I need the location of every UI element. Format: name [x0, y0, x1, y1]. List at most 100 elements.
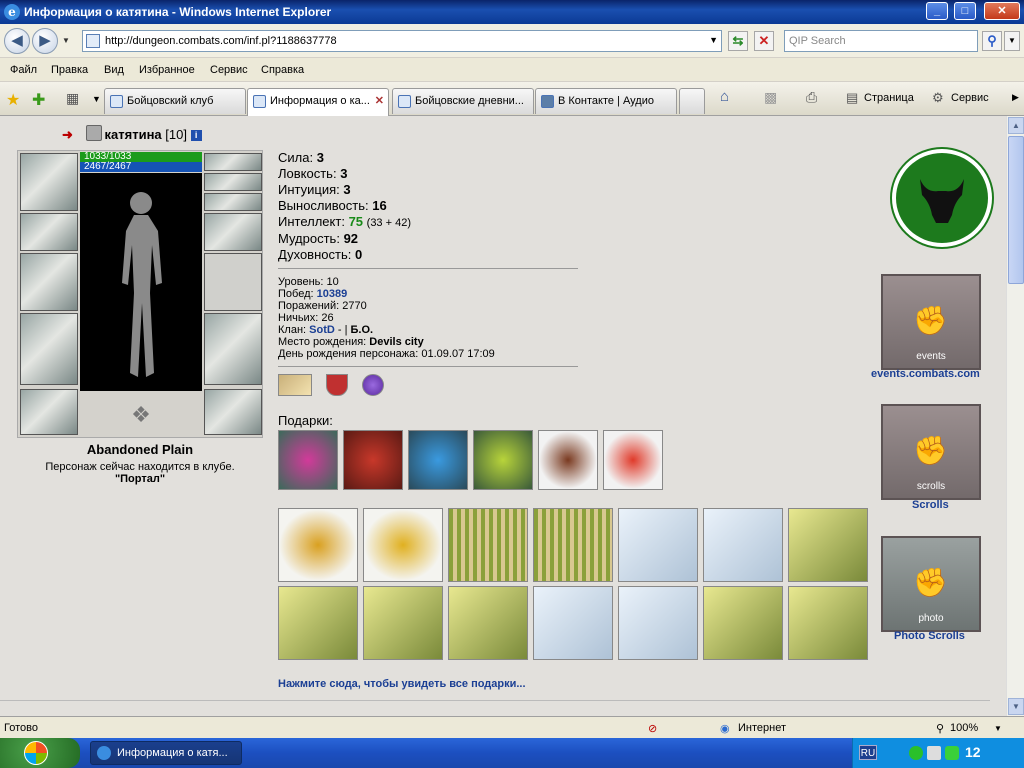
gift-flower[interactable] — [278, 430, 338, 490]
gift-card[interactable] — [278, 586, 358, 660]
tab-vkontakte-audio[interactable]: В Контакте | Аудио — [535, 88, 677, 114]
new-tab-button[interactable] — [679, 88, 705, 114]
shield-icon[interactable] — [326, 374, 348, 396]
zoom-dropdown-icon[interactable]: ▼ — [994, 724, 1002, 733]
gift-card[interactable] — [363, 586, 443, 660]
taskbar-item-ie[interactable]: Информация о катя... — [90, 741, 242, 765]
forward-button[interactable]: ▶ — [32, 28, 58, 54]
events-banner[interactable]: ✊ events — [881, 274, 981, 370]
address-bar[interactable]: http://dungeon.combats.com/inf.pl?118863… — [82, 30, 722, 52]
gift-mushrooms[interactable] — [408, 430, 468, 490]
all-gifts-link[interactable]: Нажмите сюда, чтобы увидеть все подарки.… — [278, 678, 526, 690]
page-menu[interactable]: Страница — [864, 92, 914, 104]
equipment-slot-boots[interactable] — [204, 389, 262, 435]
gift-card[interactable] — [788, 586, 868, 660]
search-dropdown-icon[interactable]: ▼ — [1004, 31, 1020, 51]
maximize-button[interactable]: □ — [954, 2, 976, 20]
gift-box[interactable] — [448, 508, 528, 582]
stat-intuition: Интуиция: 3 — [278, 182, 351, 197]
popup-blocker-icon[interactable]: ⊘ — [648, 722, 657, 735]
tab-list-dropdown-icon[interactable]: ▼ — [92, 94, 101, 104]
gift-bow[interactable] — [363, 508, 443, 582]
equipment-slot-belt[interactable] — [20, 389, 78, 435]
gift-rocking-horse[interactable] — [538, 430, 598, 490]
gift-card[interactable] — [533, 586, 613, 660]
favorites-star-icon[interactable]: ★ — [6, 90, 20, 110]
equipment-slot-weapon-right[interactable] — [204, 253, 262, 311]
print-icon[interactable]: ⎙ — [806, 89, 817, 106]
menu-file[interactable]: Файл — [10, 64, 37, 76]
info-icon[interactable]: i — [190, 130, 202, 141]
wedding-rings-icon[interactable] — [278, 374, 312, 396]
scrolls-link[interactable]: Scrolls — [912, 499, 949, 511]
tab-fight-diaries[interactable]: Бойцовские дневни... — [392, 88, 534, 114]
gift-snowman[interactable] — [603, 430, 663, 490]
gift-card[interactable] — [703, 508, 783, 582]
gift-card[interactable] — [448, 586, 528, 660]
menu-help[interactable]: Справка — [261, 64, 304, 76]
qip-icon[interactable] — [909, 746, 923, 760]
tools-menu[interactable]: Сервис — [951, 92, 989, 104]
tab-close-icon[interactable]: ✕ — [375, 94, 384, 107]
scroll-down-icon[interactable]: ▼ — [1008, 698, 1024, 715]
gift-box[interactable] — [533, 508, 613, 582]
scrolls-banner[interactable]: ✊ scrolls — [881, 404, 981, 500]
menu-view[interactable]: Вид — [104, 64, 124, 76]
equipment-slot-amulet[interactable] — [204, 173, 262, 191]
clan-link[interactable]: SotD — [309, 324, 335, 336]
gift-card[interactable] — [618, 586, 698, 660]
vertical-scrollbar[interactable]: ▲ ▼ — [1006, 116, 1024, 716]
photo-scrolls-link[interactable]: Photo Scrolls — [894, 630, 965, 642]
gift-card[interactable] — [618, 508, 698, 582]
refresh-button[interactable]: ⇆ — [728, 31, 748, 51]
equipment-slot-gloves[interactable] — [204, 213, 262, 251]
equipment-slot-earrings[interactable] — [204, 153, 262, 171]
language-indicator[interactable]: RU — [859, 745, 877, 760]
scroll-thumb[interactable] — [1008, 136, 1024, 284]
combats-logo[interactable] — [892, 149, 992, 247]
events-link[interactable]: events.combats.com — [871, 368, 980, 380]
zoom-level[interactable]: 100% — [950, 722, 978, 734]
address-dropdown-icon[interactable]: ▼ — [709, 35, 718, 45]
gift-green-stone[interactable] — [473, 430, 533, 490]
feeds-icon[interactable]: ▩ — [764, 89, 777, 106]
quick-tabs-icon[interactable]: ▦ — [66, 90, 79, 107]
back-button[interactable]: ◀ — [4, 28, 30, 54]
search-icon[interactable]: ⚲ — [982, 31, 1002, 51]
photo-banner[interactable]: ✊ photo — [881, 536, 981, 632]
tray-app-icon[interactable] — [945, 746, 959, 760]
magic-orb-icon[interactable] — [362, 374, 384, 396]
home-icon[interactable]: ⌂ — [720, 88, 729, 105]
equipment-slot-rings[interactable] — [204, 193, 262, 211]
tab-character-info[interactable]: Информация о ка... ✕ — [247, 88, 389, 116]
equipment-slot-weapon-left[interactable] — [20, 253, 78, 311]
gift-card[interactable] — [703, 586, 783, 660]
equipment-slot-bracers[interactable] — [20, 213, 78, 251]
scroll-up-icon[interactable]: ▲ — [1008, 117, 1024, 134]
equipment-slot-armor[interactable] — [20, 313, 78, 385]
equipment-slot-helmet[interactable] — [20, 153, 78, 211]
equipment-slot-leggings[interactable] — [204, 313, 262, 385]
minimize-button[interactable]: _ — [926, 2, 948, 20]
stat-wisdom: Мудрость: 92 — [278, 231, 359, 246]
clock[interactable]: 12 — [965, 744, 981, 760]
history-dropdown-icon[interactable]: ▼ — [62, 36, 70, 45]
menu-tools[interactable]: Сервис — [210, 64, 248, 76]
menu-favorites[interactable]: Избранное — [139, 64, 195, 76]
tab-fight-club[interactable]: Бойцовский клуб — [104, 88, 246, 114]
private-message-arrow-icon[interactable]: ➜ — [62, 127, 73, 142]
add-favorite-icon[interactable]: ✚ — [32, 90, 45, 110]
gift-mask[interactable] — [278, 508, 358, 582]
title-bar: e Информация о катятина - Windows Intern… — [0, 0, 1024, 24]
gift-banner[interactable] — [343, 430, 403, 490]
network-icon[interactable] — [927, 746, 941, 760]
menu-edit[interactable]: Правка — [51, 64, 88, 76]
start-button[interactable] — [0, 738, 80, 768]
address-input[interactable]: http://dungeon.combats.com/inf.pl?118863… — [105, 35, 337, 47]
info-birthplace: Место рождения: Devils city — [278, 336, 424, 348]
search-input[interactable]: QIP Search — [784, 30, 978, 52]
stop-button[interactable]: ✕ — [754, 31, 774, 51]
more-commands-icon[interactable]: ▶ — [1012, 92, 1019, 103]
close-button[interactable]: ✕ — [984, 2, 1020, 20]
gift-card[interactable] — [788, 508, 868, 582]
